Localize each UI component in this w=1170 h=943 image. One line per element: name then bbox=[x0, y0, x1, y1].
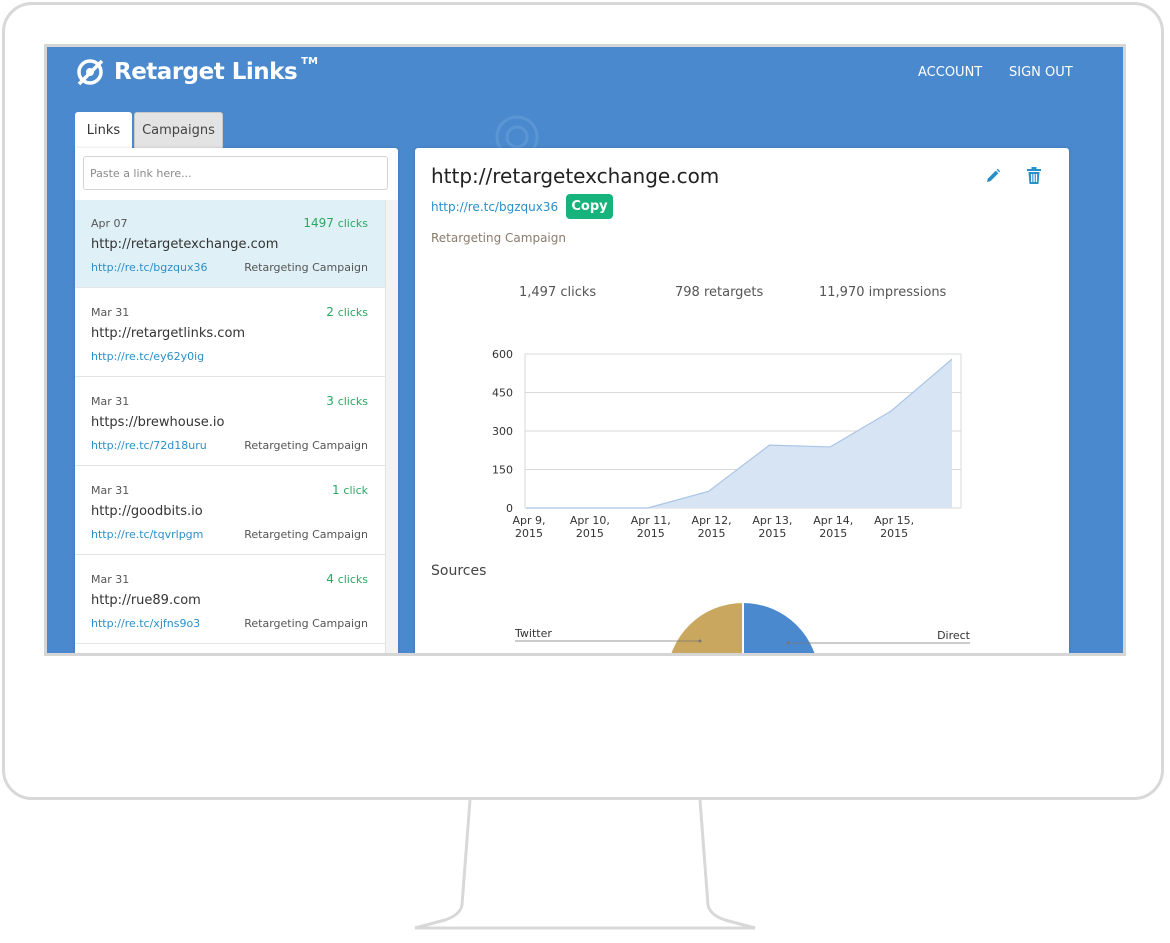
x-tick-label: 2015 bbox=[758, 527, 786, 540]
sources-title: Sources bbox=[431, 563, 487, 579]
scrollbar[interactable] bbox=[385, 200, 398, 653]
x-tick-label: Apr 10, bbox=[570, 514, 610, 527]
stat-clicks: 1,497 clicks bbox=[519, 285, 597, 300]
app-screen: Retarget Links TM ACCOUNT SIGN OUT Links… bbox=[44, 44, 1126, 656]
short-link[interactable]: http://re.tc/tqvrlpgm bbox=[91, 528, 203, 541]
link-input[interactable] bbox=[83, 156, 388, 190]
campaign-name: Retargeting Campaign bbox=[244, 617, 368, 630]
area-series bbox=[526, 359, 952, 508]
campaign-name: Retargeting Campaign bbox=[244, 528, 368, 541]
short-link[interactable]: http://re.tc/72d18uru bbox=[91, 439, 207, 452]
link-date: Mar 31 bbox=[91, 573, 130, 586]
short-link[interactable]: http://re.tc/xjfns9o3 bbox=[91, 617, 200, 630]
detail-short-link[interactable]: http://re.tc/bgzqux36 bbox=[431, 200, 558, 214]
x-tick-label: Apr 14, bbox=[813, 514, 853, 527]
list-item[interactable]: Mar 31 4 clicks http://rue89.com http://… bbox=[75, 556, 385, 644]
click-count: 1 click bbox=[331, 483, 368, 497]
tab-links[interactable]: Links bbox=[75, 112, 132, 148]
click-count: 4 clicks bbox=[326, 572, 368, 586]
detail-campaign[interactable]: Retargeting Campaign bbox=[431, 231, 566, 245]
x-tick-label: 2015 bbox=[637, 527, 665, 540]
x-tick-label: 2015 bbox=[819, 527, 847, 540]
campaign-name: Retargeting Campaign bbox=[244, 261, 368, 274]
click-count: 3 clicks bbox=[326, 394, 368, 408]
y-tick-label: 300 bbox=[492, 425, 513, 438]
x-tick-label: Apr 11, bbox=[631, 514, 671, 527]
stat-retargets: 798 retargets bbox=[675, 285, 764, 300]
links-panel: Apr 07 1497 clicks http://retargetexchan… bbox=[75, 148, 398, 653]
click-count: 2 clicks bbox=[326, 305, 368, 319]
campaign-name: Retargeting Campaign bbox=[244, 439, 368, 452]
y-tick-label: 150 bbox=[492, 464, 513, 477]
brand-name: Retarget Links bbox=[114, 59, 298, 85]
x-tick-label: 2015 bbox=[698, 527, 726, 540]
stat-impressions: 11,970 impressions bbox=[819, 285, 947, 300]
detail-title: http://retargetexchange.com bbox=[431, 164, 720, 188]
link-url: http://rue89.com bbox=[91, 593, 201, 608]
list-item[interactable]: Mar 31 1 click http://goodbits.io http:/… bbox=[75, 467, 385, 555]
pie-label-twitter: Twitter bbox=[514, 627, 552, 640]
list-item[interactable]: Mar 31 2 clicks http://retargetlinks.com… bbox=[75, 289, 385, 377]
trash-icon[interactable] bbox=[1027, 167, 1041, 184]
pie-slice-twitter bbox=[671, 603, 743, 653]
link-date: Mar 31 bbox=[91, 395, 130, 408]
list-item[interactable] bbox=[75, 645, 385, 653]
link-date: Apr 07 bbox=[91, 217, 128, 230]
click-count: 1497 clicks bbox=[303, 216, 368, 230]
clicks-chart: 0150300450600Apr 9,2015Apr 10,2015Apr 11… bbox=[492, 348, 962, 540]
signout-link[interactable]: SIGN OUT bbox=[1009, 65, 1073, 80]
tab-campaigns[interactable]: Campaigns bbox=[134, 112, 223, 148]
copy-button[interactable]: Copy bbox=[566, 194, 613, 219]
y-tick-label: 600 bbox=[492, 348, 513, 361]
link-url: http://retargetexchange.com bbox=[91, 237, 279, 252]
link-url: http://goodbits.io bbox=[91, 504, 203, 519]
x-tick-label: Apr 13, bbox=[752, 514, 792, 527]
account-link[interactable]: ACCOUNT bbox=[918, 65, 982, 80]
trademark: TM bbox=[301, 55, 318, 67]
link-url: https://brewhouse.io bbox=[91, 415, 225, 430]
monitor-stand bbox=[414, 800, 756, 930]
brand-logo[interactable]: Retarget Links TM bbox=[75, 55, 318, 87]
x-tick-label: Apr 15, bbox=[874, 514, 914, 527]
link-url: http://retargetlinks.com bbox=[91, 326, 246, 341]
list-item[interactable]: Mar 31 3 clicks https://brewhouse.io htt… bbox=[75, 378, 385, 466]
short-link[interactable]: http://re.tc/bgzqux36 bbox=[91, 261, 208, 274]
link-date: Mar 31 bbox=[91, 306, 130, 319]
y-tick-label: 450 bbox=[492, 387, 513, 400]
pie-label-direct: Direct bbox=[937, 629, 971, 642]
link-date: Mar 31 bbox=[91, 484, 130, 497]
list-item[interactable]: Apr 07 1497 clicks http://retargetexchan… bbox=[75, 200, 385, 288]
pencil-icon[interactable] bbox=[985, 168, 1001, 184]
short-link[interactable]: http://re.tc/ey62y0ig bbox=[91, 350, 204, 363]
pie-slice-direct bbox=[743, 603, 815, 653]
x-tick-label: Apr 12, bbox=[692, 514, 732, 527]
target-icon bbox=[77, 59, 104, 86]
sources-pie-chart: Twitter Direct bbox=[514, 603, 971, 653]
x-tick-label: 2015 bbox=[576, 527, 604, 540]
link-detail-panel: http://retargetexchange.com http://re.tc… bbox=[415, 148, 1069, 653]
x-tick-label: 2015 bbox=[515, 527, 543, 540]
x-tick-label: 2015 bbox=[880, 527, 908, 540]
x-tick-label: Apr 9, bbox=[512, 514, 545, 527]
